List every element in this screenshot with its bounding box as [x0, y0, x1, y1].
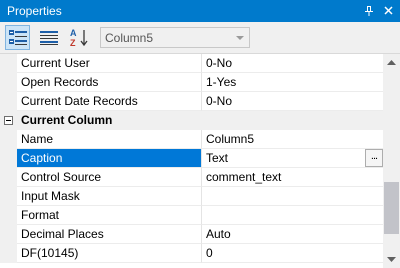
pin-icon[interactable]: [362, 3, 376, 18]
object-selector-dropdown[interactable]: Column5: [100, 27, 250, 48]
property-row-df-10145[interactable]: DF(10145) 0: [0, 244, 383, 263]
property-name: Current Date Records: [17, 92, 202, 111]
property-name: Name: [17, 130, 202, 149]
row-gutter: [0, 206, 17, 225]
vertical-scrollbar[interactable]: [383, 54, 400, 268]
property-name: Caption: [17, 149, 202, 168]
ellipsis-button[interactable]: ...: [365, 149, 383, 167]
property-value[interactable]: [202, 187, 383, 206]
row-gutter: [0, 149, 17, 168]
property-name: DF(10145): [17, 244, 202, 263]
property-row-open-records[interactable]: Open Records 1-Yes: [0, 73, 383, 92]
property-name: Current User: [17, 54, 202, 73]
property-row-decimal-places[interactable]: Decimal Places Auto: [0, 225, 383, 244]
categorized-view-icon: [8, 29, 27, 45]
row-gutter: [0, 92, 17, 111]
chevron-down-icon: [235, 31, 245, 45]
row-gutter: [0, 187, 17, 206]
object-selector-value: Column5: [105, 31, 154, 45]
property-value-input[interactable]: Text ...: [202, 149, 383, 168]
scroll-up-arrow-icon[interactable]: [383, 54, 400, 71]
row-gutter: [0, 54, 17, 73]
category-label: Current Column: [21, 113, 113, 127]
categorized-view-button[interactable]: [5, 25, 30, 50]
window-titlebar: Properties: [0, 0, 400, 22]
property-value[interactable]: 0-No: [202, 54, 383, 73]
property-value[interactable]: Column5: [202, 130, 383, 149]
property-grid: Current User 0-No Open Records 1-Yes Cur…: [0, 54, 383, 268]
row-gutter: [0, 244, 17, 263]
property-pages-button[interactable]: [36, 25, 61, 50]
svg-text:A: A: [70, 28, 77, 38]
property-value: Text: [206, 151, 229, 165]
property-row-current-user[interactable]: Current User 0-No: [0, 54, 383, 73]
scrollbar-thumb[interactable]: [384, 182, 399, 234]
window-title: Properties: [7, 4, 62, 18]
category-row-current-column[interactable]: Current Column: [0, 111, 383, 130]
sort-alphabetical-button[interactable]: A Z: [67, 25, 92, 50]
row-gutter: [0, 168, 17, 187]
row-gutter: [0, 225, 17, 244]
scroll-down-arrow-icon[interactable]: [383, 251, 400, 268]
property-row-input-mask[interactable]: Input Mask: [0, 187, 383, 206]
property-name: Control Source: [17, 168, 202, 187]
property-value[interactable]: 0: [202, 244, 383, 263]
property-value[interactable]: comment_text: [202, 168, 383, 187]
property-name: Open Records: [17, 73, 202, 92]
row-gutter: [0, 130, 17, 149]
sort-alphabetical-icon: A Z: [70, 28, 88, 48]
property-pages-icon: [39, 30, 58, 45]
property-name: Decimal Places: [17, 225, 202, 244]
property-value[interactable]: 1-Yes: [202, 73, 383, 92]
property-row-current-date-records[interactable]: Current Date Records 0-No: [0, 92, 383, 111]
property-value[interactable]: Auto: [202, 225, 383, 244]
property-row-control-source[interactable]: Control Source comment_text: [0, 168, 383, 187]
row-gutter: [0, 73, 17, 92]
property-value[interactable]: [202, 206, 383, 225]
property-row-format[interactable]: Format: [0, 206, 383, 225]
close-icon[interactable]: [381, 3, 395, 18]
property-name: Input Mask: [17, 187, 202, 206]
property-row-name[interactable]: Name Column5: [0, 130, 383, 149]
svg-text:Z: Z: [70, 38, 76, 48]
property-row-caption[interactable]: Caption Text ...: [0, 149, 383, 168]
collapse-icon[interactable]: [4, 116, 13, 125]
property-name: Format: [17, 206, 202, 225]
property-value[interactable]: 0-No: [202, 92, 383, 111]
